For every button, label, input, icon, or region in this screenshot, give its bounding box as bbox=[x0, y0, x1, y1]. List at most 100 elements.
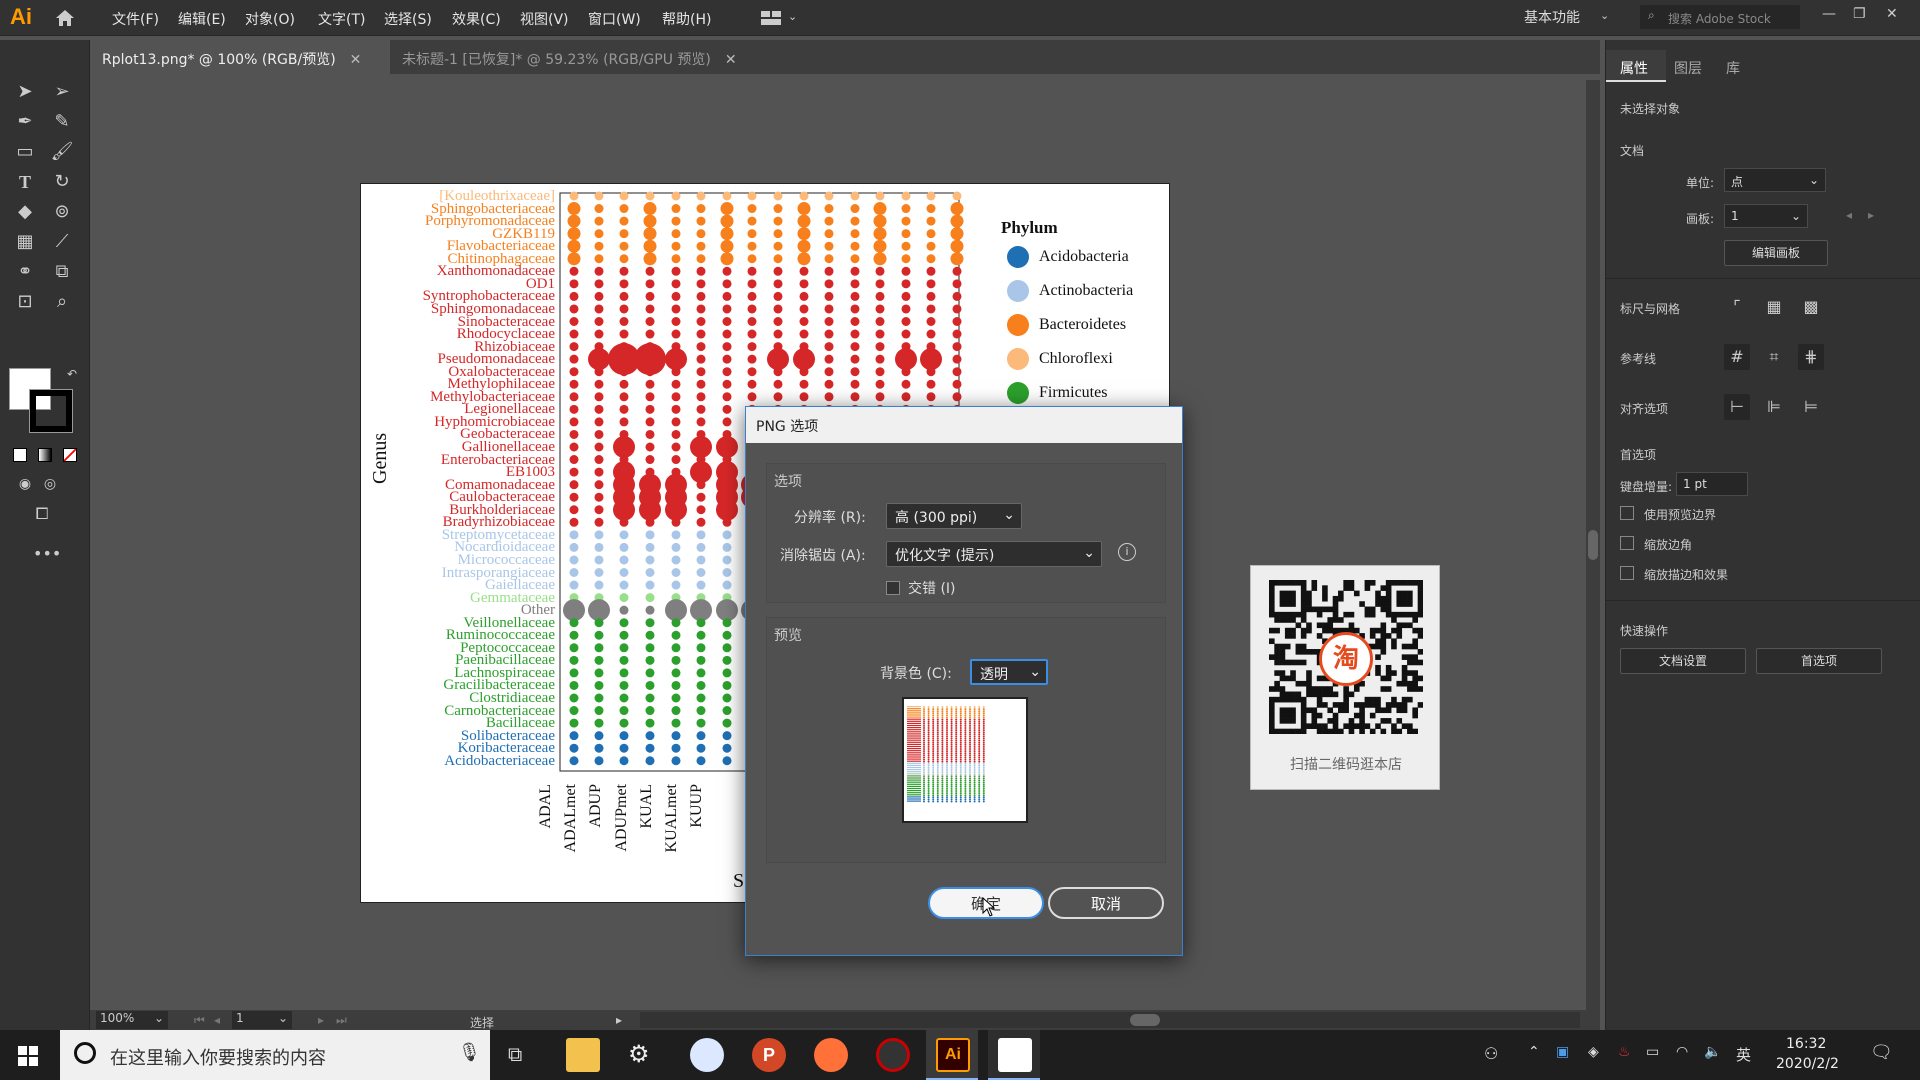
prev-artboard-icon[interactable]: ◂ bbox=[214, 1013, 220, 1027]
keyboard-increment-input[interactable]: 1 pt bbox=[1676, 472, 1748, 496]
workspace-switcher[interactable]: 基本功能 bbox=[1524, 7, 1580, 27]
first-artboard-icon[interactable]: ⏮ bbox=[194, 1013, 205, 1028]
swap-fill-stroke-icon[interactable]: ↶ bbox=[60, 362, 84, 386]
tray-app-icon[interactable]: ◈ bbox=[1588, 1044, 1599, 1060]
tray-app-icon[interactable]: ♨ bbox=[1618, 1044, 1631, 1060]
lock-guides-icon[interactable]: ⌗ bbox=[1761, 344, 1787, 370]
draw-behind-icon[interactable]: ◎ bbox=[38, 472, 62, 496]
artboard-qr[interactable]: 淘 扫描二维码逛本店 bbox=[1250, 565, 1440, 790]
photos-icon[interactable] bbox=[998, 1038, 1032, 1072]
stroke-swatch[interactable] bbox=[29, 389, 73, 433]
info-icon[interactable]: i bbox=[1118, 543, 1136, 561]
chevron-down-icon[interactable]: ⌄ bbox=[1600, 9, 1609, 22]
last-artboard-icon[interactable]: ⏭ bbox=[336, 1013, 347, 1028]
arrange-documents-icon[interactable] bbox=[760, 10, 782, 26]
cancel-button[interactable]: 取消 bbox=[1048, 887, 1164, 919]
app-logo[interactable]: Ai bbox=[10, 4, 32, 30]
interlace-checkbox[interactable] bbox=[886, 581, 900, 595]
selection-tool-icon[interactable]: ➤ bbox=[13, 80, 37, 104]
checkbox-scale-strokes[interactable] bbox=[1620, 566, 1634, 580]
align-to-key-object-icon[interactable]: ⊫ bbox=[1761, 394, 1787, 420]
align-to-artboard-icon[interactable]: ⊨ bbox=[1798, 394, 1824, 420]
menu-item[interactable]: 文字(T) bbox=[318, 9, 365, 29]
paintbrush-tool-icon[interactable]: 🖌 bbox=[50, 140, 74, 164]
tab-rplot13[interactable]: Rplot13.png* @ 100% (RGB/预览) ✕ bbox=[90, 40, 390, 74]
tray-app-icon[interactable]: ▣ bbox=[1556, 1044, 1569, 1060]
file-explorer-icon[interactable] bbox=[566, 1038, 600, 1072]
menu-item[interactable]: 对象(O) bbox=[245, 9, 295, 29]
menu-item[interactable]: 窗口(W) bbox=[588, 9, 641, 29]
gradient-tool-icon[interactable]: ▦ bbox=[13, 230, 37, 254]
stock-search-input[interactable]: ⌕ 搜索 Adobe Stock bbox=[1640, 5, 1800, 29]
powerpoint-icon[interactable]: P bbox=[752, 1038, 786, 1072]
edit-artboards-button[interactable]: 编辑画板 bbox=[1724, 240, 1828, 266]
grid-icon[interactable]: ▦ bbox=[1761, 294, 1787, 320]
menu-item[interactable]: 帮助(H) bbox=[662, 9, 711, 29]
pen-tool-icon[interactable]: ✒ bbox=[13, 110, 37, 134]
notifications-icon[interactable]: 🗨 bbox=[1870, 1042, 1893, 1063]
more-tools-icon[interactable]: ••• bbox=[33, 542, 61, 566]
eyedropper-tool-icon[interactable]: ⟋ bbox=[50, 230, 74, 254]
lasso-tool-icon[interactable]: ⊚ bbox=[50, 200, 74, 224]
close-icon[interactable]: ✕ bbox=[725, 52, 737, 68]
screen-mode-icon[interactable]: ⧠ bbox=[30, 502, 54, 526]
tab-untitled[interactable]: 未标题-1 [已恢复]* @ 59.23% (RGB/GPU 预览) ✕ bbox=[390, 40, 770, 74]
ime-indicator[interactable]: 英 bbox=[1736, 1044, 1751, 1065]
close-icon[interactable]: ✕ bbox=[350, 52, 362, 68]
next-artboard-icon[interactable]: ▸ bbox=[318, 1013, 324, 1027]
type-tool-icon[interactable]: T bbox=[13, 170, 37, 194]
menu-item[interactable]: 编辑(E) bbox=[178, 9, 226, 29]
eraser-tool-icon[interactable]: ◆ bbox=[13, 200, 37, 224]
clock-time[interactable]: 16:32 bbox=[1786, 1036, 1826, 1052]
firefox-icon[interactable] bbox=[814, 1038, 848, 1072]
antialias-select[interactable]: 优化文字 (提示) ⌄ bbox=[886, 541, 1102, 567]
tab-properties[interactable]: 属性 bbox=[1620, 58, 1648, 78]
scroll-thumb[interactable] bbox=[1588, 530, 1598, 560]
windows-start-icon[interactable] bbox=[18, 1046, 38, 1066]
show-guides-icon[interactable]: # bbox=[1724, 344, 1750, 370]
resolution-select[interactable]: 高 (300 ppi) ⌄ bbox=[886, 503, 1022, 529]
checkbox-preview-bounds[interactable] bbox=[1620, 506, 1634, 520]
chevron-down-icon[interactable]: ⌄ bbox=[788, 10, 797, 23]
align-to-selection-icon[interactable]: ⊢ bbox=[1724, 394, 1750, 420]
taskbar-search-box[interactable]: 在这里输入你要搜索的内容 🎙 bbox=[60, 1030, 490, 1080]
home-icon[interactable] bbox=[54, 8, 76, 28]
zoom-select[interactable]: 100% ⌄ bbox=[96, 1011, 168, 1029]
draw-normal-icon[interactable]: ◉ bbox=[13, 472, 37, 496]
ruler-icon[interactable]: ⌜ bbox=[1724, 294, 1750, 320]
status-menu-icon[interactable]: ▸ bbox=[616, 1013, 622, 1027]
none-mode-icon[interactable] bbox=[63, 448, 77, 462]
preferences-button[interactable]: 首选项 bbox=[1756, 648, 1882, 674]
color-mode-icon[interactable] bbox=[13, 448, 27, 462]
illustrator-icon[interactable]: Ai bbox=[936, 1038, 970, 1072]
microphone-icon[interactable]: 🎙 bbox=[458, 1042, 481, 1063]
curvature-tool-icon[interactable]: ✎ bbox=[50, 110, 74, 134]
artboard-tool-icon[interactable]: ⊡ bbox=[13, 290, 37, 314]
task-view-icon[interactable]: ⧉ bbox=[508, 1042, 522, 1066]
checkbox-scale-corners[interactable] bbox=[1620, 536, 1634, 550]
blend-tool-icon[interactable]: ⚭ bbox=[13, 260, 37, 284]
artboard-nav-select[interactable]: 1 ⌄ bbox=[232, 1011, 292, 1029]
horizontal-scrollbar[interactable] bbox=[640, 1012, 1580, 1028]
shape-builder-tool-icon[interactable]: ⧉ bbox=[50, 260, 74, 284]
settings-icon[interactable]: ⚙ bbox=[628, 1040, 650, 1068]
tab-layers[interactable]: 图层 bbox=[1674, 58, 1702, 78]
chevron-up-icon[interactable]: ⌃ bbox=[1528, 1044, 1540, 1060]
rectangle-tool-icon[interactable]: ▭ bbox=[13, 140, 37, 164]
scroll-thumb[interactable] bbox=[1130, 1014, 1160, 1026]
background-color-select[interactable]: 透明 ⌄ bbox=[970, 659, 1048, 685]
minimize-icon[interactable]: — bbox=[1822, 6, 1836, 22]
prev-artboard-icon[interactable]: ◂ bbox=[1846, 208, 1852, 222]
gradient-mode-icon[interactable] bbox=[38, 448, 52, 462]
menu-item[interactable]: 视图(V) bbox=[520, 9, 569, 29]
transparency-grid-icon[interactable]: ▩ bbox=[1798, 294, 1824, 320]
volume-icon[interactable]: 🔈 bbox=[1704, 1044, 1721, 1060]
restore-icon[interactable]: ❐ bbox=[1853, 6, 1866, 22]
direct-selection-tool-icon[interactable]: ➢ bbox=[50, 80, 74, 104]
artboard-select[interactable]: 1 ⌄ bbox=[1724, 204, 1808, 228]
unit-select[interactable]: 点 ⌄ bbox=[1724, 168, 1826, 192]
battery-icon[interactable]: ▭ bbox=[1646, 1044, 1659, 1060]
document-setup-button[interactable]: 文档设置 bbox=[1620, 648, 1746, 674]
recorder-icon[interactable] bbox=[876, 1038, 910, 1072]
next-artboard-icon[interactable]: ▸ bbox=[1868, 208, 1874, 222]
